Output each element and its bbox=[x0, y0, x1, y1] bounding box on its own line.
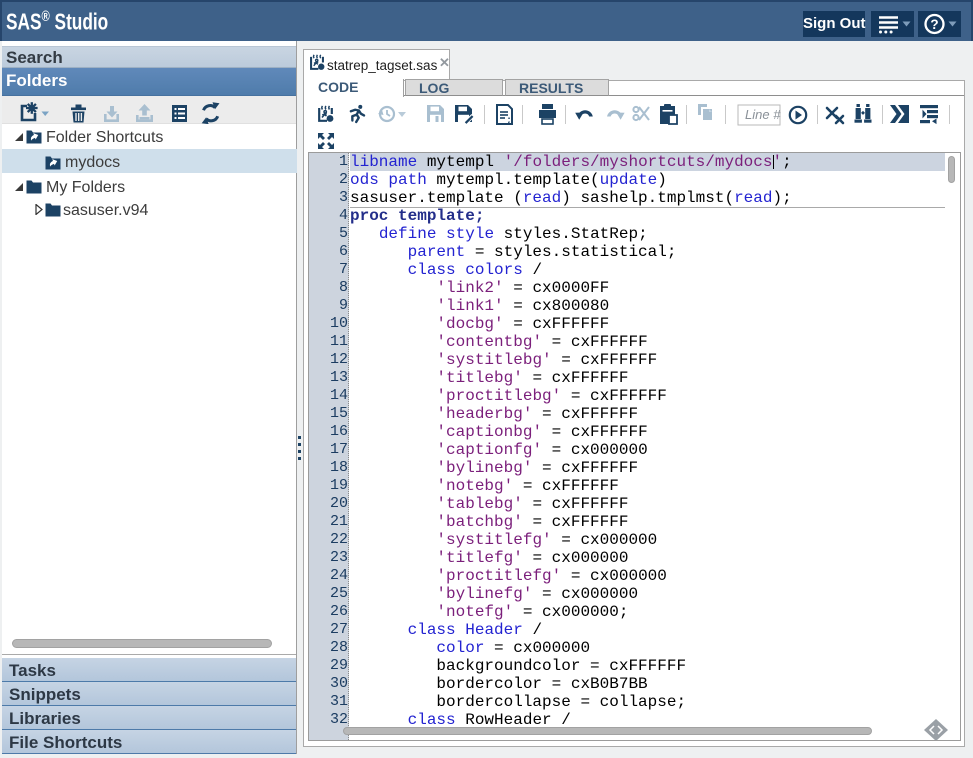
svg-text:?: ? bbox=[930, 17, 938, 32]
svg-text:Line #: Line # bbox=[745, 107, 781, 122]
svg-text:;: ; bbox=[506, 116, 512, 127]
